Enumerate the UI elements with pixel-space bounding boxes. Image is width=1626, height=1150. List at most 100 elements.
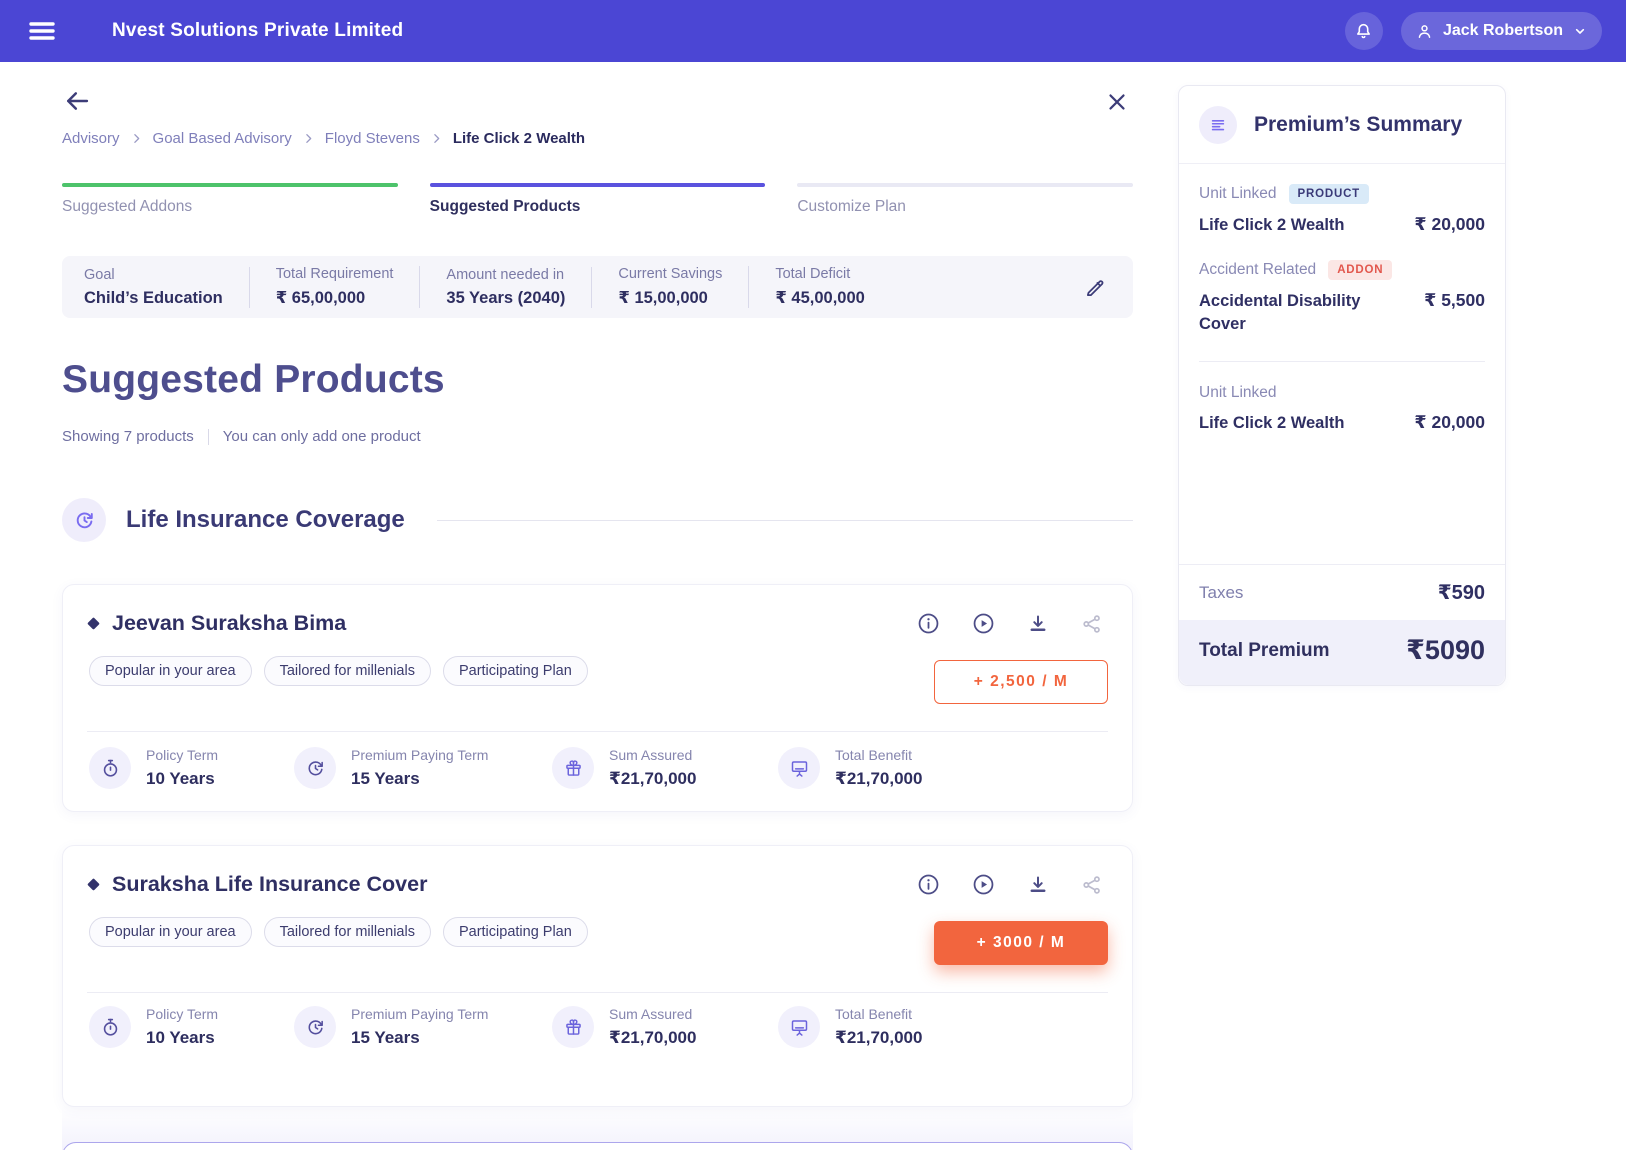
goal-field: Goal Child’s Education	[84, 267, 250, 308]
play-video-icon[interactable]	[971, 611, 996, 636]
user-icon	[1415, 22, 1434, 41]
tab-suggested-addons[interactable]: Suggested Addons	[62, 183, 398, 216]
breadcrumb-current-page: Life Click 2 Wealth	[453, 130, 585, 147]
taxes-row: Taxes ₹590	[1179, 564, 1505, 620]
entry-amount: ₹ 20,000	[1414, 412, 1485, 434]
add-limit-note: You can only add one product	[223, 428, 421, 445]
next-product-card-partial	[62, 1142, 1133, 1150]
gift-box-icon	[552, 1006, 594, 1048]
amount-needed-field: Amount needed in 35 Years (2040)	[420, 267, 592, 308]
breadcrumb-separator-icon	[430, 132, 443, 145]
total-premium-amount: ₹5090	[1406, 635, 1485, 666]
premium-paying-term-detail: Premium Paying Term15 Years	[294, 747, 552, 789]
tag-pill: Popular in your area	[89, 656, 252, 686]
divider	[87, 731, 1108, 732]
total-benefit-detail: Total Benefit₹21,70,000	[778, 1006, 922, 1048]
share-icon[interactable]	[1080, 612, 1104, 636]
download-icon[interactable]	[1026, 873, 1050, 897]
step-progress-bar	[62, 183, 398, 187]
entry-amount: ₹ 20,000	[1414, 214, 1485, 236]
summary-entry: Accident Related ADDON Accidental Disabi…	[1199, 260, 1485, 335]
summary-selected-entry: Unit Linked Life Click 2 Wealth ₹ 20,000	[1199, 384, 1485, 434]
notifications-bell-icon[interactable]	[1345, 12, 1383, 50]
entry-category: Accident Related	[1199, 261, 1316, 279]
breadcrumb-floyd-stevens[interactable]: Floyd Stevens	[325, 130, 420, 147]
clock-refresh-icon	[294, 1006, 336, 1048]
sum-assured-detail: Sum Assured₹21,70,000	[552, 747, 778, 789]
entry-name: Accidental Disability Cover	[1199, 290, 1364, 335]
app-title: Nvest Solutions Private Limited	[112, 20, 403, 42]
breadcrumb-separator-icon	[130, 132, 143, 145]
clock-history-icon	[62, 498, 106, 542]
entry-category: Unit Linked	[1199, 384, 1277, 402]
add-product-price-button[interactable]: + 2,500 / M	[934, 660, 1108, 704]
product-details: Policy Term10 Years Premium Paying Term1…	[89, 747, 1108, 789]
divider	[208, 429, 209, 445]
download-icon[interactable]	[1026, 612, 1050, 636]
premium-paying-term-detail: Premium Paying Term15 Years	[294, 1006, 552, 1048]
info-icon[interactable]	[916, 611, 941, 636]
breadcrumb-advisory[interactable]: Advisory	[62, 130, 120, 147]
close-icon[interactable]	[1104, 87, 1134, 117]
page-subtitle: Showing 7 products You can only add one …	[62, 428, 421, 445]
divider	[87, 992, 1108, 993]
taxes-amount: ₹590	[1438, 580, 1485, 605]
chevron-down-icon	[1572, 23, 1588, 39]
screen-award-icon	[778, 747, 820, 789]
gift-box-icon	[552, 747, 594, 789]
back-arrow-icon[interactable]	[62, 86, 94, 116]
total-premium-label: Total Premium	[1199, 640, 1330, 662]
breadcrumb-goal-based-advisory[interactable]: Goal Based Advisory	[153, 130, 292, 147]
total-premium-row: Total Premium ₹5090	[1179, 620, 1505, 685]
tag-pill: Tailored for millenials	[264, 656, 431, 686]
policy-term-detail: Policy Term10 Years	[89, 1006, 294, 1048]
policy-term-detail: Policy Term10 Years	[89, 747, 294, 789]
total-deficit-field: Total Deficit ₹ 45,00,000	[749, 266, 890, 308]
edit-goal-pencil-icon[interactable]	[1080, 272, 1111, 303]
clock-refresh-icon	[294, 747, 336, 789]
product-badge: PRODUCT	[1289, 184, 1369, 204]
entry-name: Life Click 2 Wealth	[1199, 214, 1345, 236]
entry-name: Life Click 2 Wealth	[1199, 412, 1345, 434]
tab-suggested-products[interactable]: Suggested Products	[430, 183, 766, 216]
total-benefit-detail: Total Benefit₹21,70,000	[778, 747, 922, 789]
page-title: Suggested Products	[62, 358, 445, 402]
add-product-price-button[interactable]: + 3000 / M	[934, 921, 1108, 965]
goal-summary-bar: Goal Child’s Education Total Requirement…	[62, 256, 1133, 318]
stopwatch-icon	[89, 747, 131, 789]
tag-pill: Popular in your area	[89, 917, 252, 947]
tag-pill: Participating Plan	[443, 917, 588, 947]
step-tabs: Suggested Addons Suggested Products Cust…	[62, 183, 1133, 216]
play-video-icon[interactable]	[971, 872, 996, 897]
user-name: Jack Robertson	[1443, 22, 1563, 40]
user-menu[interactable]: Jack Robertson	[1401, 12, 1602, 50]
summary-title: Premium’s Summary	[1254, 113, 1462, 137]
addon-badge: ADDON	[1328, 260, 1392, 280]
main-content: Advisory Goal Based Advisory Floyd Steve…	[62, 62, 1133, 1150]
tag-pill: Tailored for millenials	[264, 917, 431, 947]
tag-pill: Participating Plan	[443, 656, 588, 686]
showing-count: Showing 7 products	[62, 428, 194, 445]
total-requirement-field: Total Requirement ₹ 65,00,000	[250, 266, 421, 308]
step-progress-bar	[430, 183, 766, 187]
step-progress-bar	[797, 183, 1133, 187]
divider	[1199, 361, 1485, 362]
share-icon[interactable]	[1080, 873, 1104, 897]
product-details: Policy Term10 Years Premium Paying Term1…	[89, 1006, 1108, 1048]
product-name: Jeevan Suraksha Bima	[112, 611, 346, 636]
product-card: Jeevan Suraksha Bima Popular in your are…	[62, 584, 1133, 812]
premium-summary-panel: Premium’s Summary Unit Linked PRODUCT Li…	[1178, 85, 1506, 686]
entry-category: Unit Linked	[1199, 185, 1277, 203]
taxes-label: Taxes	[1199, 583, 1243, 603]
entry-amount: ₹ 5,500	[1424, 290, 1485, 335]
breadcrumb: Advisory Goal Based Advisory Floyd Steve…	[62, 130, 585, 147]
sum-assured-detail: Sum Assured₹21,70,000	[552, 1006, 778, 1048]
tab-customize-plan[interactable]: Customize Plan	[797, 183, 1133, 216]
info-icon[interactable]	[916, 872, 941, 897]
diamond-bullet-icon	[87, 617, 100, 630]
current-savings-field: Current Savings ₹ 15,00,000	[592, 266, 749, 308]
hamburger-menu-icon[interactable]	[24, 13, 60, 49]
section-header: Life Insurance Coverage	[62, 498, 1133, 542]
section-title: Life Insurance Coverage	[126, 506, 405, 534]
product-name: Suraksha Life Insurance Cover	[112, 872, 427, 897]
